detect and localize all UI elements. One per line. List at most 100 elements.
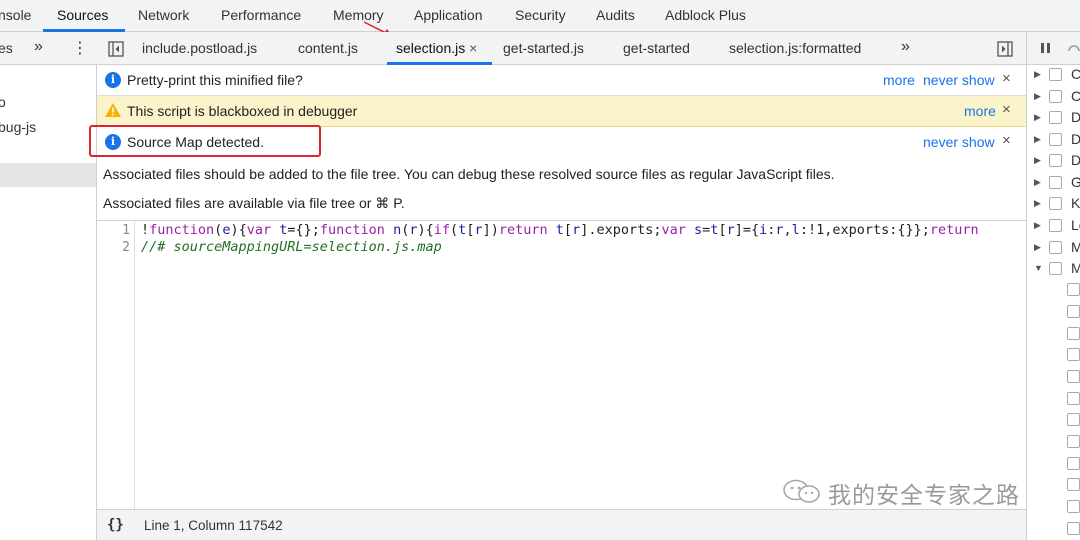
breakpoint-sub-checkbox[interactable]	[1067, 283, 1080, 296]
breakpoint-sub-checkbox[interactable]	[1067, 500, 1080, 513]
close-infobar-icon[interactable]: ×	[1002, 101, 1011, 118]
breakpoint-sub-checkbox[interactable]	[1067, 305, 1080, 318]
tab-performance[interactable]: Performance	[221, 7, 301, 23]
source-map-detail-text: Associated files should be added to the …	[103, 166, 835, 182]
breakpoint-checkbox[interactable]	[1049, 262, 1062, 275]
never-show-link[interactable]: never show	[923, 134, 995, 150]
file-tab-get-started-js[interactable]: get-started.js	[503, 40, 584, 56]
more-tabs-icon[interactable]: »	[34, 38, 43, 56]
navigator-toolbar: es » ⋮	[0, 32, 97, 65]
expand-triangle-icon[interactable]: ▶	[1034, 155, 1041, 166]
editor-status-bar: {} Line 1, Column 117542	[97, 509, 1026, 540]
file-tab-selection[interactable]: selection.js ×	[396, 40, 477, 56]
breakpoint-sub-checkbox[interactable]	[1067, 327, 1080, 340]
breakpoint-category-label: D	[1071, 131, 1080, 147]
expand-triangle-icon[interactable]: ▶	[1034, 112, 1041, 123]
breakpoint-checkbox[interactable]	[1049, 219, 1062, 232]
expand-triangle-icon[interactable]: ▶	[1034, 134, 1041, 145]
file-tab-label: selection.js	[396, 40, 466, 56]
tab-sources[interactable]: Sources	[57, 7, 108, 23]
expand-triangle-icon[interactable]: ▶	[1034, 198, 1041, 209]
code-line-comment[interactable]: //# sourceMappingURL=selection.js.map	[141, 239, 442, 255]
toggle-debugger-icon[interactable]	[997, 41, 1013, 57]
breakpoint-sub-checkbox[interactable]	[1067, 370, 1080, 383]
tab-console[interactable]: nsole	[0, 7, 31, 23]
breakpoint-sub-checkbox[interactable]	[1067, 392, 1080, 405]
breakpoint-category-label: M	[1071, 239, 1080, 255]
cursor-position: Line 1, Column 117542	[144, 518, 283, 533]
breakpoint-checkbox[interactable]	[1049, 111, 1062, 124]
source-map-detail-text: Associated files are available via file …	[103, 195, 405, 211]
tab-application[interactable]: Application	[414, 7, 483, 23]
breakpoint-category-label: M	[1071, 260, 1080, 276]
collapse-triangle-icon[interactable]: ▼	[1034, 263, 1043, 273]
line-number-gutter[interactable]: 1 2	[97, 221, 135, 509]
devtools-panel-tabs: nsole Sources Network Performance Memory…	[0, 0, 1080, 32]
pretty-print-infobar: i Pretty-print this minified file? more …	[97, 65, 1026, 96]
never-show-link[interactable]: never show	[923, 72, 995, 88]
breakpoint-sub-checkbox[interactable]	[1067, 348, 1080, 361]
more-file-tabs-icon[interactable]: »	[901, 38, 910, 56]
tab-adblock-plus[interactable]: Adblock Plus	[665, 7, 746, 23]
file-tab-include-postload[interactable]: include.postload.js	[142, 40, 257, 56]
tab-network[interactable]: Network	[138, 7, 189, 23]
navigator-pane: es » ⋮ o bug-js	[0, 32, 97, 540]
breakpoint-checkbox[interactable]	[1049, 154, 1062, 167]
tab-security[interactable]: Security	[515, 7, 566, 23]
breakpoint-checkbox[interactable]	[1049, 176, 1062, 189]
breakpoint-sub-checkbox[interactable]	[1067, 457, 1080, 470]
expand-triangle-icon[interactable]: ▶	[1034, 177, 1041, 188]
breakpoint-category-label: C	[1071, 88, 1080, 104]
breakpoint-sub-checkbox[interactable]	[1067, 435, 1080, 448]
source-map-details: Associated files are available via file …	[97, 188, 1026, 217]
more-link[interactable]: more	[883, 72, 915, 88]
warning-icon	[105, 103, 121, 117]
close-tab-icon[interactable]: ×	[469, 40, 477, 56]
wechat-logo-icon	[783, 479, 820, 503]
debugger-sidebar: ▶ C ▶ C ▶ D ▶ D ▶ D ▶ G ▶ K ▶ Le ▶ M ▼ M	[1026, 32, 1080, 540]
editor-file-tabs: include.postload.js content.js selection…	[97, 32, 1026, 65]
breakpoint-sub-checkbox[interactable]	[1067, 478, 1080, 491]
expand-triangle-icon[interactable]: ▶	[1034, 91, 1041, 102]
code-editor[interactable]: 1 2 !function(e){var t={};function n(r){…	[97, 221, 1026, 509]
menu-kebab-icon[interactable]: ⋮	[72, 38, 88, 58]
navigator-item[interactable]: bug-js	[0, 119, 36, 135]
file-tab-get-started[interactable]: get-started	[623, 40, 690, 56]
watermark-text: 我的安全专家之路	[828, 482, 1020, 508]
expand-triangle-icon[interactable]: ▶	[1034, 69, 1041, 80]
infobar-message: Pretty-print this minified file?	[127, 72, 303, 88]
breakpoint-checkbox[interactable]	[1049, 241, 1062, 254]
expand-triangle-icon[interactable]: ▶	[1034, 242, 1041, 253]
step-over-icon[interactable]	[1067, 41, 1080, 55]
close-infobar-icon[interactable]: ×	[1002, 132, 1011, 149]
breakpoint-category-label: D	[1071, 109, 1080, 125]
line-number[interactable]: 1	[122, 223, 130, 238]
breakpoint-checkbox[interactable]	[1049, 68, 1062, 81]
toggle-navigator-icon[interactable]	[108, 41, 124, 57]
breakpoint-category-label: K	[1071, 195, 1080, 211]
breakpoint-checkbox[interactable]	[1049, 133, 1062, 146]
breakpoint-checkbox[interactable]	[1049, 197, 1062, 210]
pretty-print-button[interactable]: {}	[107, 517, 124, 533]
navigator-selected-row[interactable]	[0, 163, 96, 187]
info-icon: i	[105, 72, 121, 88]
file-tab-content[interactable]: content.js	[298, 40, 358, 56]
breakpoint-category-label: C	[1071, 66, 1080, 82]
navigator-item[interactable]: o	[0, 94, 6, 110]
expand-triangle-icon[interactable]: ▶	[1034, 220, 1041, 231]
file-tab-selection-formatted[interactable]: selection.js:formatted	[729, 40, 861, 56]
more-link[interactable]: more	[964, 103, 996, 119]
debugger-toolbar	[1027, 32, 1080, 65]
breakpoint-category-label: Le	[1071, 217, 1080, 233]
code-line[interactable]: !function(e){var t={};function n(r){if(t…	[141, 222, 979, 238]
annotation-highlight-box	[89, 125, 321, 157]
breakpoint-sub-checkbox[interactable]	[1067, 413, 1080, 426]
breakpoint-checkbox[interactable]	[1049, 90, 1062, 103]
breakpoint-sub-checkbox[interactable]	[1067, 522, 1080, 535]
blackboxed-infobar: This script is blackboxed in debugger mo…	[97, 96, 1026, 127]
pause-icon[interactable]	[1040, 42, 1052, 54]
line-number[interactable]: 2	[122, 240, 130, 255]
tab-audits[interactable]: Audits	[596, 7, 635, 23]
navigator-tab-label[interactable]: es	[0, 40, 13, 56]
close-infobar-icon[interactable]: ×	[1002, 70, 1011, 87]
